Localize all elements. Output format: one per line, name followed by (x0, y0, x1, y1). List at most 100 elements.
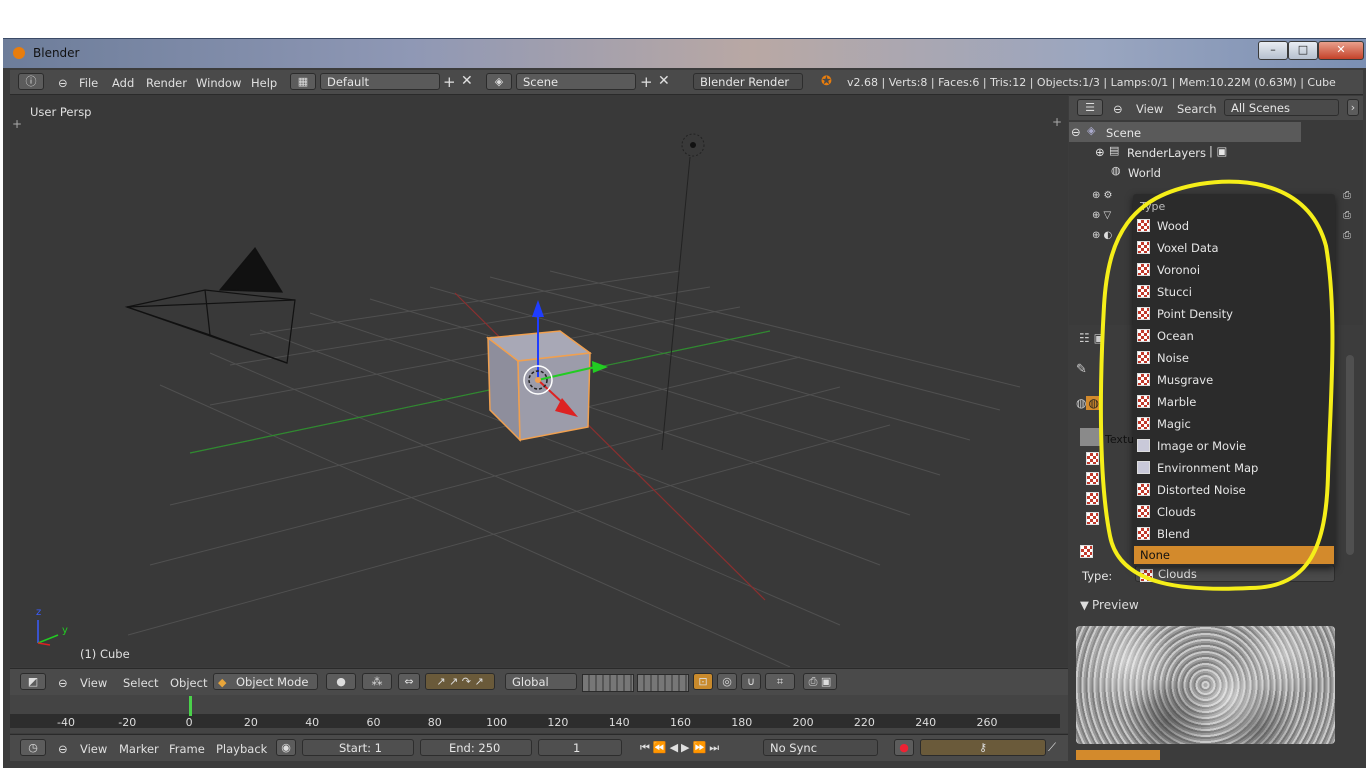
timeline-tick-label: 120 (547, 716, 569, 729)
active-object-label: (1) Cube (80, 647, 130, 661)
tl-menu-playback[interactable]: Playback (216, 742, 267, 756)
screen-layout-field[interactable]: Default (320, 73, 440, 90)
timeline-tick-label: 260 (976, 716, 998, 729)
expand-renderlayers-icon[interactable]: ⊕ (1095, 145, 1105, 159)
axis-z-label: z (36, 607, 42, 618)
viewport-scene (37, 133, 1021, 667)
start-frame-field[interactable]: Start: 1 (302, 739, 414, 756)
pivot-point-icon[interactable]: ⁂ (362, 673, 392, 690)
scene-icon[interactable]: ◈ (486, 73, 512, 90)
x-axis-line (189, 330, 771, 454)
timeline-tick-label: 160 (670, 716, 691, 729)
manipulator-modes-icon[interactable]: ↗ ↗ ↷ ↗ (425, 673, 495, 690)
editor-type-timeline-icon[interactable]: ◷ (20, 739, 46, 756)
end-frame-field[interactable]: End: 250 (420, 739, 532, 756)
outliner-display-select[interactable]: All Scenes (1224, 99, 1339, 116)
render-visibility-icons[interactable]: ⎙ ⎙ ⎙ (1343, 186, 1359, 246)
outliner-menu-search[interactable]: Search (1177, 102, 1217, 116)
viewport-shading-icon[interactable]: ● (326, 673, 356, 690)
keying-set-icon[interactable]: ◉ (276, 739, 296, 756)
sync-mode-select[interactable]: No Sync (763, 739, 878, 756)
collapse-icon-2[interactable]: ⊖ (58, 676, 68, 690)
layers-grid-1[interactable] (582, 674, 634, 692)
tl-menu-view[interactable]: View (80, 742, 107, 756)
timeline-tick-label: 180 (731, 716, 753, 729)
scene-field[interactable]: Scene (516, 73, 636, 90)
timeline-header: ◷ ⊖ View Marker Frame Playback ◉ Start: … (10, 734, 1068, 761)
properties-scrollbar[interactable] (1346, 355, 1354, 555)
preview-panel-arrow-icon[interactable]: ▼ (1080, 598, 1089, 612)
3d-viewport[interactable]: z y User Persp (1) Cube + + (10, 95, 1068, 667)
keyframe-insert-field[interactable]: ⚷ (920, 739, 1046, 756)
editor-type-info-icon[interactable]: ⓘ (18, 73, 44, 90)
timeline-tick-label: 220 (853, 716, 875, 729)
info-header: ⓘ ⊖ File Add Render Window Help ▦ Defaul… (10, 70, 1363, 95)
tl-menu-frame[interactable]: Frame (169, 742, 205, 756)
lock-layers-icon[interactable]: ⊡ (693, 673, 713, 690)
viewport-perspective-label: User Persp (30, 105, 92, 119)
add-scene-icon[interactable]: + (640, 73, 653, 91)
maximize-button[interactable]: □ (1288, 41, 1318, 60)
axis-widget (37, 620, 59, 646)
timeline-tick-label: 0 (185, 716, 193, 729)
editor-type-3d-icon[interactable]: ◩ (20, 673, 46, 690)
remove-scene-icon[interactable]: ✕ (658, 73, 670, 89)
axis-y-label: y (62, 625, 68, 636)
screen-layout-icon[interactable]: ▦ (290, 73, 316, 90)
collapse-icon[interactable]: ⊖ (58, 76, 68, 90)
menu-select[interactable]: Select (123, 676, 158, 690)
snap-icon[interactable]: ∪ (741, 673, 761, 690)
outliner-row-scene[interactable]: ⊖ ◈ Scene (1069, 122, 1301, 142)
timeline-ruler[interactable] (10, 714, 1060, 728)
mode-select[interactable]: Object Mode (213, 673, 318, 690)
menu-window[interactable]: Window (196, 76, 241, 90)
add-layout-icon[interactable]: + (443, 73, 456, 91)
expand-scene-icon[interactable]: ⊖ (1071, 125, 1081, 139)
preview-panel-title[interactable]: Preview (1092, 598, 1139, 612)
proportional-edit-icon[interactable]: ◎ (717, 673, 737, 690)
menu-help[interactable]: Help (251, 76, 277, 90)
render-engine-select[interactable]: Blender Render (693, 73, 803, 90)
collapse-icon-3[interactable]: ⊖ (58, 742, 68, 756)
pin-icon[interactable]: ✎ (1076, 362, 1087, 377)
timeline-tick-label: 60 (366, 716, 381, 729)
3d-view-header: ◩ ⊖ View Select Object Object Mode ◆ ● ⁂… (10, 668, 1068, 695)
editor-type-outliner-icon[interactable]: ☰ (1077, 99, 1103, 116)
menu-object[interactable]: Object (170, 676, 207, 690)
timeline-tick-label: -20 (118, 716, 137, 729)
menu-render[interactable]: Render (146, 76, 187, 90)
menu-view[interactable]: View (80, 676, 107, 690)
outliner-scene-label: Scene (1106, 126, 1142, 140)
tl-menu-marker[interactable]: Marker (119, 742, 159, 756)
window-titlebar: Blender – □ ✕ (3, 38, 1366, 69)
window-title: Blender (33, 46, 80, 60)
camera-object (124, 246, 296, 364)
blender-icon: ✪ (821, 74, 832, 89)
close-button[interactable]: ✕ (1318, 41, 1364, 60)
timeline-tick-label: 200 (792, 716, 814, 729)
properties-shelf-toggle-icon[interactable]: + (1052, 115, 1062, 129)
minimize-button[interactable]: – (1258, 41, 1288, 60)
timeline-tick-label: 240 (915, 716, 937, 729)
record-icon[interactable]: ● (894, 739, 914, 756)
remove-layout-icon[interactable]: ✕ (461, 73, 473, 89)
snap-element-icon[interactable]: ⌗ (765, 673, 795, 690)
playback-controls-icon[interactable]: ⏮⏪◀▶⏩⏭ (640, 741, 722, 755)
preview-tab-texture[interactable] (1076, 750, 1160, 760)
layers-grid-2[interactable] (637, 674, 689, 692)
timeline-tick-label: 40 (305, 716, 320, 729)
menu-file[interactable]: File (79, 76, 98, 90)
outliner-renderlayers-label: RenderLayers (1127, 146, 1206, 160)
render-opengl-icon[interactable]: ⎙ ▣ (803, 673, 837, 690)
transform-orientation-select[interactable]: Global (505, 673, 577, 690)
collapse-icon-4[interactable]: ⊖ (1113, 102, 1123, 116)
current-frame-cursor[interactable] (188, 696, 192, 716)
manipulator-toggle-icon[interactable]: ⇔ (398, 673, 420, 690)
eyedropper-icon[interactable]: ⟋ (1048, 740, 1056, 755)
tool-shelf-toggle-icon[interactable]: + (12, 117, 22, 131)
outliner-row-renderlayers[interactable]: ⊕ ▤ RenderLayers | ▣ (1069, 142, 1301, 162)
current-frame-field[interactable]: 1 (538, 739, 622, 756)
menu-add[interactable]: Add (112, 76, 134, 90)
outliner-search-toggle-icon[interactable]: › (1347, 99, 1359, 116)
outliner-menu-view[interactable]: View (1136, 102, 1163, 116)
